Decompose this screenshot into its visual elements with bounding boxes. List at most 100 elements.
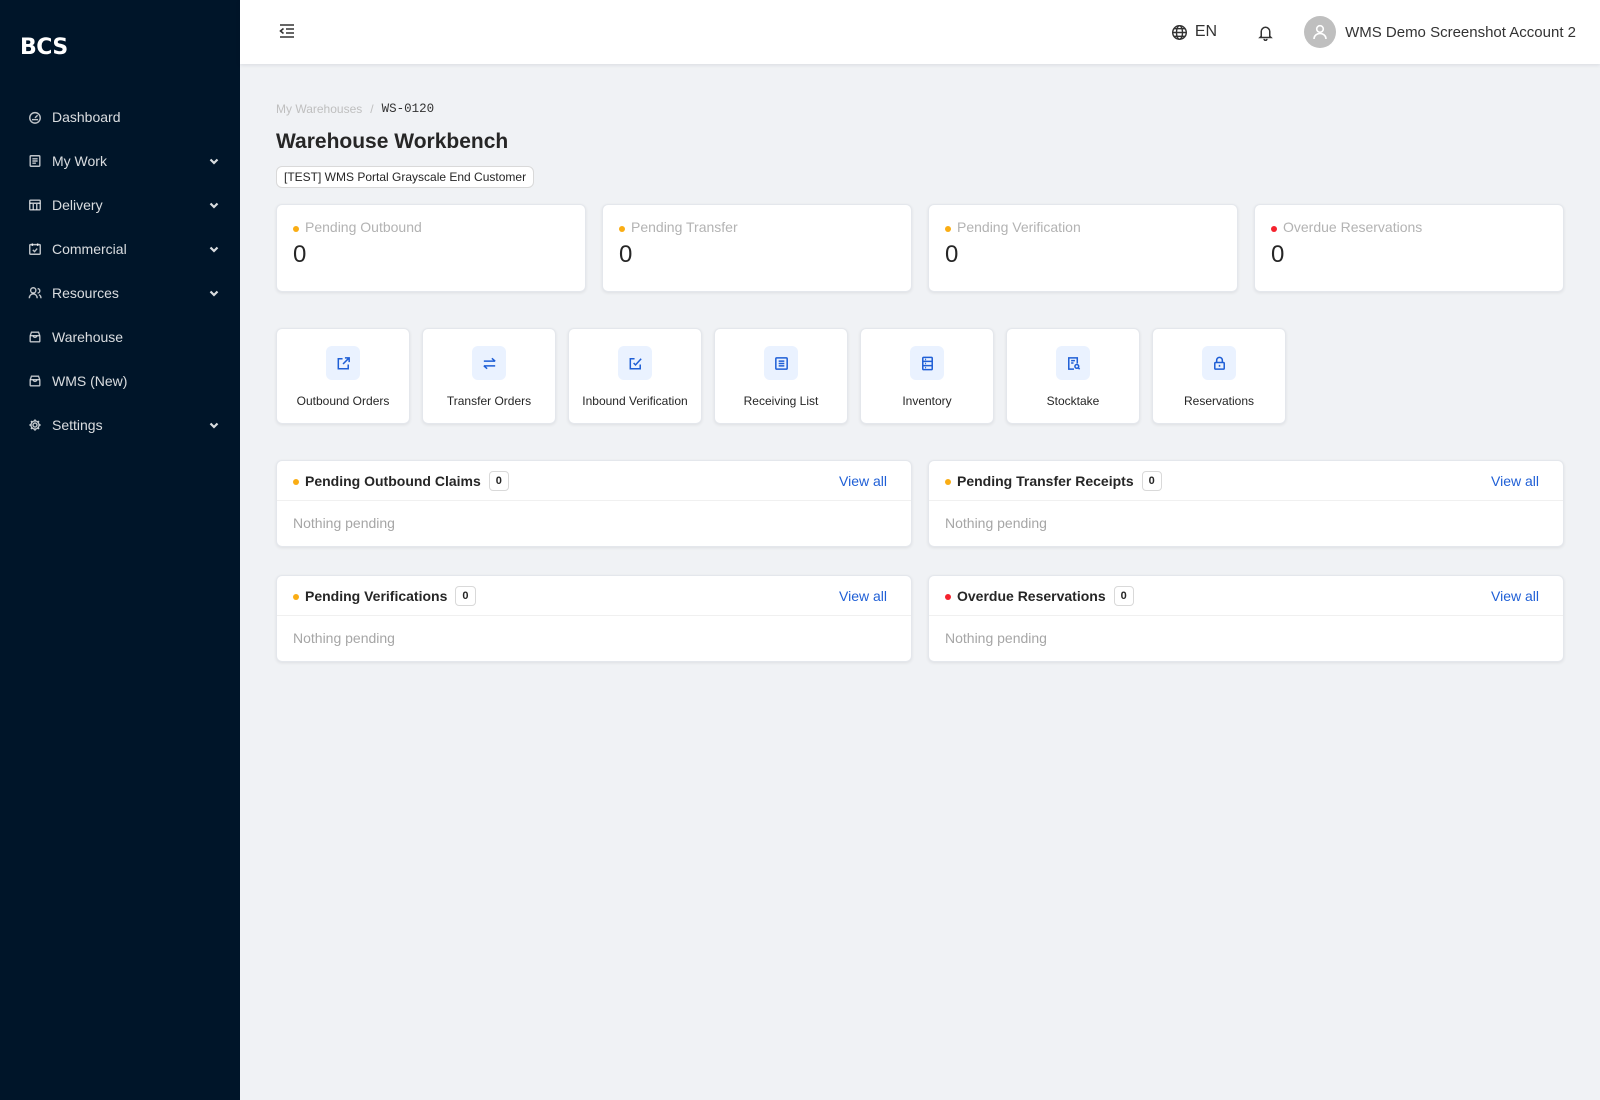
edit-check-icon (618, 346, 652, 380)
quick-action-label: Reservations (1183, 394, 1255, 408)
quick-action-transfer-orders[interactable]: Transfer Orders (422, 328, 556, 424)
status-dot (945, 479, 951, 485)
quick-action-inventory[interactable]: Inventory (860, 328, 994, 424)
stat-label: Pending Outbound (305, 219, 422, 235)
panel-title: Pending Transfer Receipts (957, 472, 1134, 489)
empty-state: Nothing pending (945, 630, 1047, 646)
breadcrumb-current: WS-0120 (381, 102, 435, 116)
stat-value: 0 (945, 241, 959, 268)
sidebar-item-label: Resources (52, 285, 119, 301)
account-name[interactable]: WMS Demo Screenshot Account 2 (1345, 24, 1576, 41)
status-dot (293, 479, 299, 485)
stat-label: Pending Transfer (631, 219, 738, 235)
quick-action-inbound-verification[interactable]: Inbound Verification (568, 328, 702, 424)
stat-label: Pending Verification (957, 219, 1081, 235)
status-dot (1271, 225, 1277, 232)
count-badge: 0 (455, 585, 476, 606)
stat-value: 0 (619, 241, 633, 268)
quick-action-label: Receiving List (743, 394, 819, 408)
sidebar: BCS Dashboard My Work Delivery Commercia… (0, 0, 240, 1100)
quick-actions: Outbound Orders Transfer Orders Inbound … (276, 328, 1564, 424)
user-icon (1313, 24, 1327, 40)
chevron-down-icon (208, 287, 220, 299)
chevron-down-icon (208, 155, 220, 167)
sidebar-item-label: WMS (New) (52, 373, 128, 389)
sidebar-item-wms-new[interactable]: WMS (New) (0, 359, 240, 403)
quick-action-label: Stocktake (1046, 394, 1100, 408)
swap-icon (472, 346, 506, 380)
sidebar-item-resources[interactable]: Resources (0, 271, 240, 315)
view-all-link[interactable]: View all (1491, 588, 1539, 604)
users-icon (28, 286, 42, 300)
logo[interactable]: BCS (0, 0, 240, 95)
quick-action-reservations[interactable]: Reservations (1152, 328, 1286, 424)
empty-state: Nothing pending (945, 515, 1047, 531)
language-selector[interactable]: EN (1171, 23, 1217, 41)
status-dot (619, 225, 625, 232)
sidebar-item-commercial[interactable]: Commercial (0, 227, 240, 271)
stat-value: 0 (293, 241, 307, 268)
language-label: EN (1194, 23, 1218, 40)
sidebar-item-label: Settings (52, 417, 103, 433)
sidebar-item-label: Dashboard (52, 109, 121, 125)
lock-icon (1202, 346, 1236, 380)
chevron-down-icon (208, 419, 220, 431)
sidebar-item-delivery[interactable]: Delivery (0, 183, 240, 227)
view-all-link[interactable]: View all (839, 473, 887, 489)
panel-title: Overdue Reservations (957, 587, 1106, 604)
count-badge: 0 (488, 470, 509, 491)
view-all-link[interactable]: View all (839, 588, 887, 604)
sidebar-item-label: Commercial (52, 241, 127, 257)
sidebar-item-label: My Work (52, 153, 107, 169)
quick-action-stocktake[interactable]: Stocktake (1006, 328, 1140, 424)
sidebar-item-warehouse[interactable]: Warehouse (0, 315, 240, 359)
gear-icon (28, 418, 42, 432)
stat-card-pending-outbound: Pending Outbound 0 (276, 204, 586, 292)
empty-state: Nothing pending (293, 630, 395, 646)
sidebar-nav: Dashboard My Work Delivery Commercial Re… (0, 95, 240, 447)
breadcrumb-parent-link[interactable]: My Warehouses (276, 102, 362, 116)
status-dot (293, 225, 299, 232)
bell-icon[interactable] (1257, 24, 1274, 41)
sidebar-item-settings[interactable]: Settings (0, 403, 240, 447)
globe-icon (1171, 24, 1187, 40)
status-dot (293, 594, 299, 600)
shop-icon (28, 330, 42, 344)
view-all-link[interactable]: View all (1491, 473, 1539, 489)
avatar[interactable] (1304, 16, 1337, 48)
stat-card-pending-transfer: Pending Transfer 0 (602, 204, 912, 292)
page-title: Warehouse Workbench (276, 130, 509, 153)
stat-card-overdue-reservations: Overdue Reservations 0 (1254, 204, 1564, 292)
panel-pending-outbound-claims: Pending Outbound Claims 0 View all Nothi… (276, 460, 912, 547)
list-icon (28, 154, 42, 168)
main-content: My Warehouses / WS-0120 Warehouse Workbe… (276, 96, 1564, 662)
customer-tag: [TEST] WMS Portal Grayscale End Customer (276, 166, 535, 188)
calendar-icon (28, 242, 42, 256)
audit-icon (1056, 346, 1090, 380)
chevron-down-icon (208, 243, 220, 255)
status-dot (945, 225, 951, 232)
sidebar-item-dashboard[interactable]: Dashboard (0, 95, 240, 139)
breadcrumb: My Warehouses / WS-0120 (276, 96, 1564, 122)
sidebar-item-label: Delivery (52, 197, 103, 213)
quick-action-outbound-orders[interactable]: Outbound Orders (276, 328, 410, 424)
export-icon (326, 346, 360, 380)
header-actions: EN WMS Demo Screenshot Account 2 (1171, 0, 1576, 64)
shop-icon (28, 374, 42, 388)
panel-title: Pending Verifications (305, 587, 448, 604)
panel-pending-verifications: Pending Verifications 0 View all Nothing… (276, 575, 912, 662)
count-badge: 0 (1113, 585, 1134, 606)
sidebar-item-my-work[interactable]: My Work (0, 139, 240, 183)
count-badge: 0 (1141, 470, 1162, 491)
dashboard-icon (28, 110, 42, 124)
stat-label: Overdue Reservations (1283, 219, 1423, 235)
sidebar-item-label: Warehouse (52, 329, 124, 345)
breadcrumb-separator: / (370, 102, 374, 116)
menu-fold-icon[interactable] (278, 23, 296, 39)
quick-action-label: Inventory (902, 394, 952, 408)
panel-pending-transfer-receipts: Pending Transfer Receipts 0 View all Not… (928, 460, 1564, 547)
quick-action-receiving-list[interactable]: Receiving List (714, 328, 848, 424)
store-icon (28, 198, 42, 212)
chevron-down-icon (208, 199, 220, 211)
quick-action-label: Inbound Verification (582, 394, 688, 408)
